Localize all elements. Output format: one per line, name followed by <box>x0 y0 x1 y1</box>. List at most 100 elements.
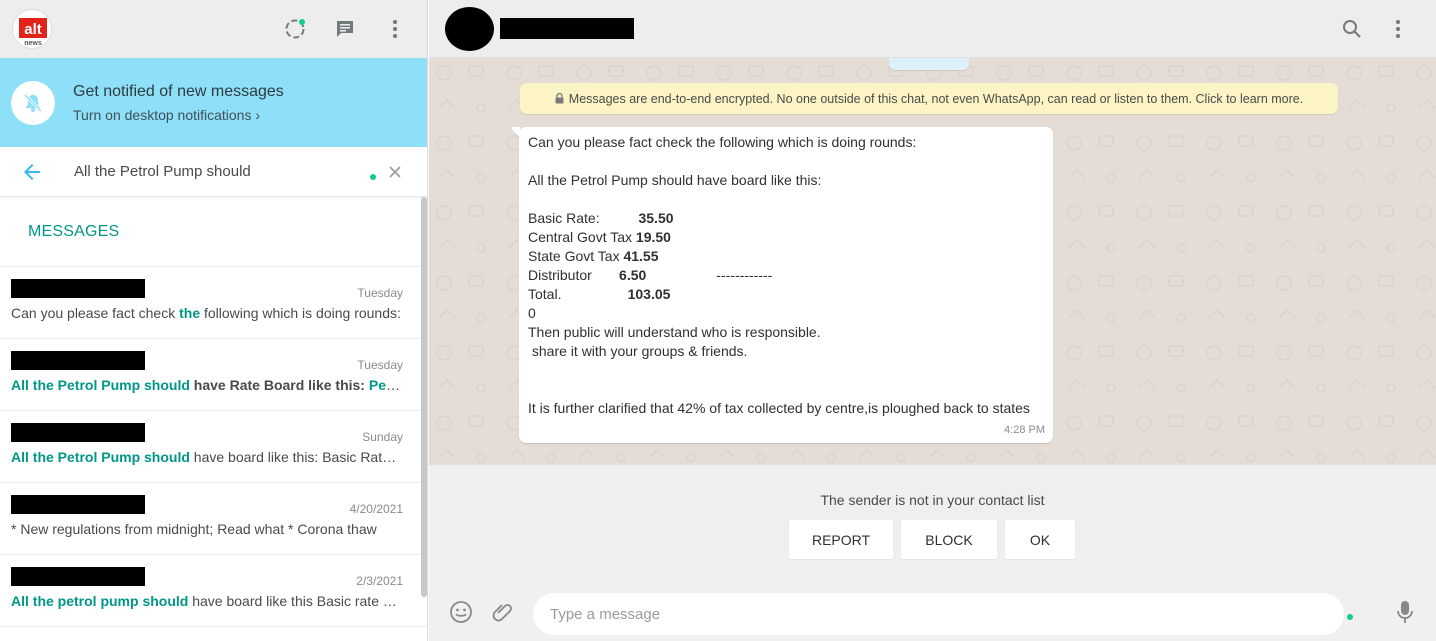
message-snippet: * New regulations from midnight; Read wh… <box>11 521 403 537</box>
messages-section-label: MESSAGES <box>0 197 427 267</box>
date-pill <box>889 58 969 70</box>
profile-avatar[interactable]: alt news <box>12 9 52 49</box>
list-item[interactable]: Tuesday All the Petrol Pump should have … <box>0 339 427 411</box>
rate-value: 35.50 <box>638 210 674 226</box>
message-snippet: Can you please fact check the following … <box>11 305 403 321</box>
search-results-list: Tuesday Can you please fact check the fo… <box>0 267 427 627</box>
rate-value: 103.05 <box>627 286 671 302</box>
list-item[interactable]: Tuesday Can you please fact check the fo… <box>0 267 427 339</box>
chat-list-pane: alt news Get notified of new messages Tu… <box>0 0 428 641</box>
message-bubble[interactable]: Can you please fact check the following … <box>511 127 1053 443</box>
list-item[interactable]: 4/20/2021 * New regulations from midnigh… <box>0 483 427 555</box>
conversation-header[interactable] <box>429 0 1436 58</box>
block-button[interactable]: BLOCK <box>901 520 997 559</box>
snippet-text: Can you please fact check <box>11 305 180 321</box>
encryption-text: Messages are end-to-end encrypted. No on… <box>568 91 1304 106</box>
rate-label: Central Govt Tax <box>528 229 636 245</box>
snippet-text: following which is doing rounds: <box>200 305 401 321</box>
snippet-text: have Rate Board like this: <box>189 377 369 393</box>
contact-avatar[interactable] <box>445 6 494 51</box>
separator-dashes: ------------ <box>646 267 773 283</box>
menu-icon[interactable] <box>1386 17 1410 41</box>
search-icon[interactable] <box>1340 17 1364 41</box>
message-line: 0 <box>528 305 536 321</box>
lock-icon <box>555 93 564 104</box>
message-line: share it with your groups & friends. <box>528 343 748 359</box>
snippet-text: * New regulations from midnight; Read wh… <box>11 521 377 537</box>
redacted-contact-name <box>11 279 145 298</box>
notify-title: Get notified of new messages <box>73 82 284 100</box>
message-snippet: All the petrol pump should have board li… <box>11 593 403 609</box>
rate-row: State Govt Tax 41.55 <box>528 247 1044 266</box>
left-header: alt news <box>0 0 427 58</box>
grammar-dot <box>370 174 376 180</box>
snippet-highlight: the <box>179 305 201 321</box>
list-item[interactable]: Sunday All the Petrol Pump should have b… <box>0 411 427 483</box>
message-date: Tuesday <box>357 358 403 372</box>
message-snippet: All the Petrol Pump should have board li… <box>11 449 403 465</box>
svg-text:news: news <box>24 40 42 47</box>
bell-off-icon <box>11 80 55 125</box>
new-chat-icon[interactable] <box>333 17 357 41</box>
conversation-pane: Messages are end-to-end encrypted. No on… <box>429 0 1436 641</box>
rate-row: Distributor 6.50 ------------ <box>528 266 1044 285</box>
snippet-text: have board like this: Basic Rate: 35.50 <box>193 449 403 465</box>
list-item[interactable]: 2/3/2021 All the petrol pump should have… <box>0 555 427 627</box>
message-time: 4:28 PM <box>1004 424 1045 436</box>
not-in-contacts-text: The sender is not in your contact list <box>820 492 1045 508</box>
snippet-highlight: All the Petrol Pump should <box>11 377 190 393</box>
composer <box>429 583 1436 641</box>
redacted-contact-name[interactable] <box>500 18 634 39</box>
not-in-contacts-bar: The sender is not in your contact list R… <box>429 465 1436 583</box>
rate-value: 41.55 <box>623 248 659 264</box>
alt-news-logo: alt news <box>19 18 47 47</box>
snippet-highlight: Petrol <box>368 377 403 393</box>
attach-icon[interactable] <box>491 600 515 629</box>
message-date: 2/3/2021 <box>356 574 403 588</box>
encryption-notice[interactable]: Messages are end-to-end encrypted. No on… <box>520 83 1338 114</box>
notification-banner[interactable]: Get notified of new messages Turn on des… <box>0 58 427 147</box>
rate-value: 19.50 <box>635 229 671 245</box>
redacted-contact-name <box>11 423 145 442</box>
message-date: Tuesday <box>357 286 403 300</box>
message-area[interactable]: Messages are end-to-end encrypted. No on… <box>429 58 1436 465</box>
snippet-text: have board like this Basic rate 35.50 <box>188 593 403 609</box>
enable-notifications-link[interactable]: Turn on desktop notifications › <box>73 107 284 123</box>
search-bar <box>0 147 427 197</box>
microphone-icon[interactable] <box>1396 600 1414 629</box>
rate-label: Distributor <box>528 267 620 283</box>
menu-icon[interactable] <box>383 17 407 41</box>
ok-button[interactable]: OK <box>1005 520 1075 559</box>
bubble-tail <box>511 127 520 137</box>
back-arrow-icon[interactable] <box>22 162 42 182</box>
message-line: All the Petrol Pump should have board li… <box>528 172 822 188</box>
rate-row: Total. 103.05 <box>528 285 1044 304</box>
rate-value: 6.50 <box>619 267 647 283</box>
svg-text:alt: alt <box>24 21 42 38</box>
message-date: Sunday <box>362 430 403 444</box>
clear-search-icon[interactable] <box>385 162 405 182</box>
message-date: 4/20/2021 <box>349 502 403 516</box>
snippet-highlight: All the petrol pump should <box>11 593 189 609</box>
message-snippet: All the Petrol Pump should have Rate Boa… <box>11 377 403 393</box>
message-input[interactable] <box>533 593 1344 635</box>
snippet-highlight: All the Petrol Pump should <box>11 449 190 465</box>
grammar-dot <box>1347 614 1353 620</box>
message-line: Can you please fact check the following … <box>528 134 917 150</box>
redacted-contact-name <box>11 495 145 514</box>
search-input[interactable] <box>74 163 354 180</box>
status-icon[interactable] <box>283 17 307 41</box>
rate-row: Central Govt Tax 19.50 <box>528 228 1044 247</box>
redacted-contact-name <box>11 567 145 586</box>
emoji-icon[interactable] <box>449 600 473 629</box>
rate-row: Basic Rate: 35.50 <box>528 209 1044 228</box>
redacted-contact-name <box>11 351 145 370</box>
report-button[interactable]: REPORT <box>789 520 893 559</box>
rate-label: Total. <box>528 286 628 302</box>
list-scrollbar[interactable] <box>421 197 427 597</box>
message-line: Then public will understand who is respo… <box>528 324 821 340</box>
